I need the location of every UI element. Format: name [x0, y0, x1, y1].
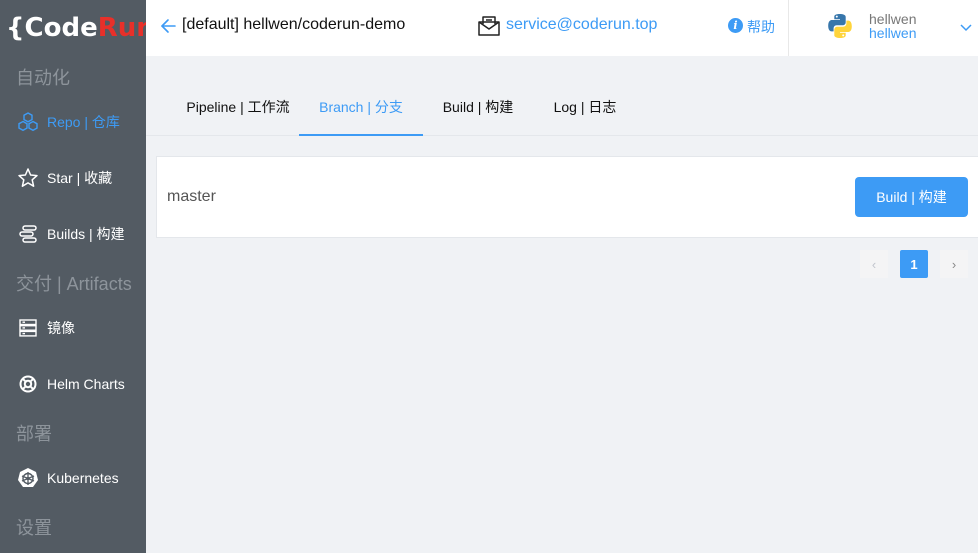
tab-pipeline[interactable]: Pipeline | 工作流: [166, 80, 310, 136]
section-title-deploy: 部署: [16, 424, 52, 444]
sidebar-item-repo[interactable]: Repo | 仓库: [0, 102, 146, 142]
top-header: [default] hellwen/coderun-demo service@c…: [146, 0, 978, 56]
server-stack-icon: [17, 317, 39, 339]
sidebar-item-images[interactable]: 镜像: [0, 308, 146, 348]
tab-log[interactable]: Log | 日志: [542, 80, 628, 136]
mail-icon: [477, 14, 501, 38]
sidebar-item-label: Helm Charts: [47, 376, 125, 392]
header-divider: [788, 0, 789, 56]
chevron-down-icon[interactable]: [960, 20, 972, 32]
builds-icon: [17, 223, 39, 245]
repo-title: [default] hellwen/coderun-demo: [182, 16, 406, 33]
sidebar-item-label: 镜像: [47, 320, 75, 336]
section-title-automation: 自动化: [16, 68, 70, 88]
repo-cubes-icon: [17, 111, 39, 133]
tab-build[interactable]: Build | 构建: [428, 80, 528, 136]
sidebar-item-label: Star | 收藏: [47, 170, 113, 186]
sidebar: {CodeRun} 自动化 Repo | 仓库 Star | 收藏: [0, 0, 173, 553]
sidebar-item-label: Repo | 仓库: [47, 114, 120, 130]
info-icon[interactable]: i: [728, 18, 743, 33]
branch-row: master Build | 构建: [156, 156, 978, 238]
build-button[interactable]: Build | 构建: [855, 177, 968, 217]
pagination-prev-button[interactable]: ‹: [860, 250, 888, 278]
helm-lifebuoy-icon: [17, 373, 39, 395]
sidebar-item-helm-charts[interactable]: Helm Charts: [0, 364, 146, 404]
support-email-link[interactable]: service@coderun.top: [506, 16, 657, 34]
branch-name: master: [167, 188, 216, 205]
app-logo[interactable]: {CodeRun}: [0, 0, 173, 56]
sidebar-item-builds[interactable]: Builds | 构建: [0, 214, 146, 254]
kubernetes-wheel-icon: [17, 467, 39, 489]
sidebar-item-kubernetes[interactable]: Kubernetes: [0, 458, 146, 498]
pagination-page-1[interactable]: 1: [900, 250, 928, 278]
star-icon: [17, 167, 39, 189]
sidebar-item-star[interactable]: Star | 收藏: [0, 158, 146, 198]
user-login-name[interactable]: hellwen: [869, 26, 916, 40]
user-display-name[interactable]: hellwen: [869, 12, 916, 26]
pagination-next-button[interactable]: ›: [940, 250, 968, 278]
help-link[interactable]: 帮助: [747, 17, 775, 37]
sidebar-item-label: Builds | 构建: [47, 226, 125, 242]
section-title-settings: 设置: [16, 518, 52, 538]
python-avatar-icon[interactable]: [826, 12, 854, 40]
repo-tabs: Pipeline | 工作流 Branch | 分支 Build | 构建 Lo…: [146, 80, 978, 136]
tab-branch[interactable]: Branch | 分支: [299, 80, 423, 136]
section-title-artifacts: 交付 | Artifacts: [16, 274, 132, 294]
sidebar-item-label: Kubernetes: [47, 470, 119, 486]
back-arrow-icon[interactable]: [160, 17, 178, 35]
